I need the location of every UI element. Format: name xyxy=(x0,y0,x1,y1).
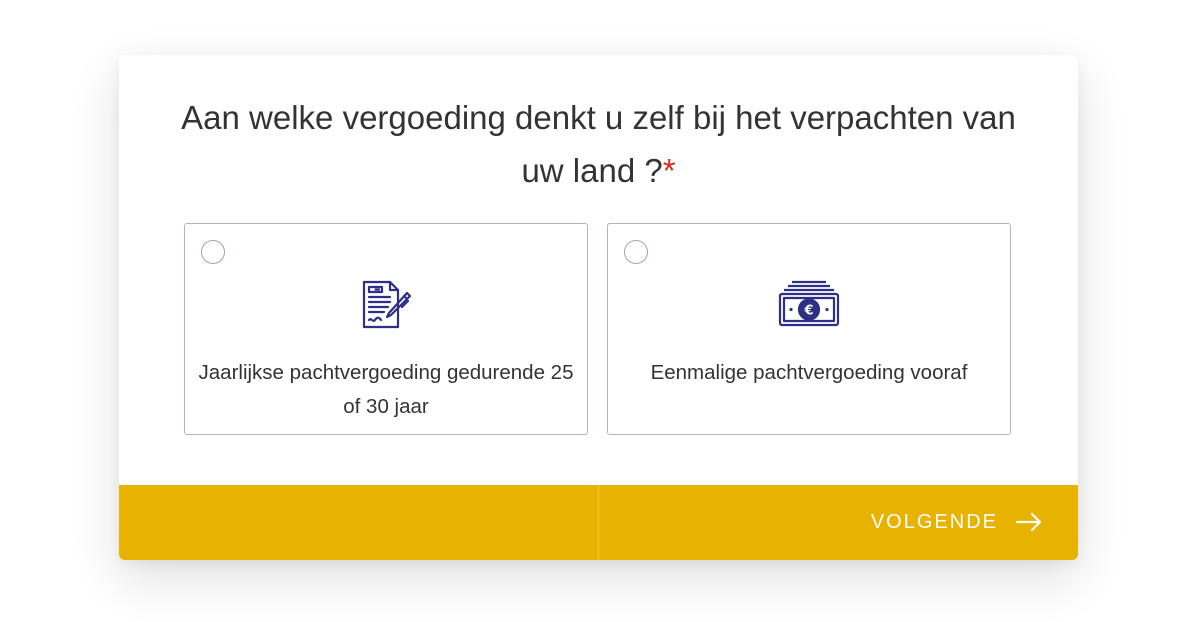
question-text: Aan welke vergoeding denkt u zelf bij he… xyxy=(181,99,1016,189)
page: Aan welke vergoeding denkt u zelf bij he… xyxy=(0,0,1200,622)
option-one-time-lease[interactable]: € Eenmalige pachtvergoeding vooraf xyxy=(607,223,1011,435)
option-one-time-lease-radio[interactable] xyxy=(624,240,648,264)
option-annual-lease[interactable]: Jaarlijkse pachtvergoeding gedurende 25 … xyxy=(184,223,588,435)
question-title: Aan welke vergoeding denkt u zelf bij he… xyxy=(159,91,1038,197)
answer-options: Jaarlijkse pachtvergoeding gedurende 25 … xyxy=(184,223,1014,436)
option-annual-lease-label: Jaarlijkse pachtvergoeding gedurende 25 … xyxy=(198,361,574,418)
required-marker: * xyxy=(662,152,676,189)
svg-text:€: € xyxy=(803,304,813,319)
contract-document-icon xyxy=(360,280,412,337)
footer-bar: VOLGENDE xyxy=(119,485,1078,560)
option-one-time-lease-label: Eenmalige pachtvergoeding vooraf xyxy=(650,361,968,384)
euro-banknote-icon: € xyxy=(778,280,840,333)
question-card: Aan welke vergoeding denkt u zelf bij he… xyxy=(119,55,1078,560)
next-button-label: VOLGENDE xyxy=(870,511,998,533)
arrow-right-icon xyxy=(1015,512,1042,537)
next-button[interactable]: VOLGENDE xyxy=(599,485,1078,560)
option-annual-lease-radio[interactable] xyxy=(201,240,225,264)
